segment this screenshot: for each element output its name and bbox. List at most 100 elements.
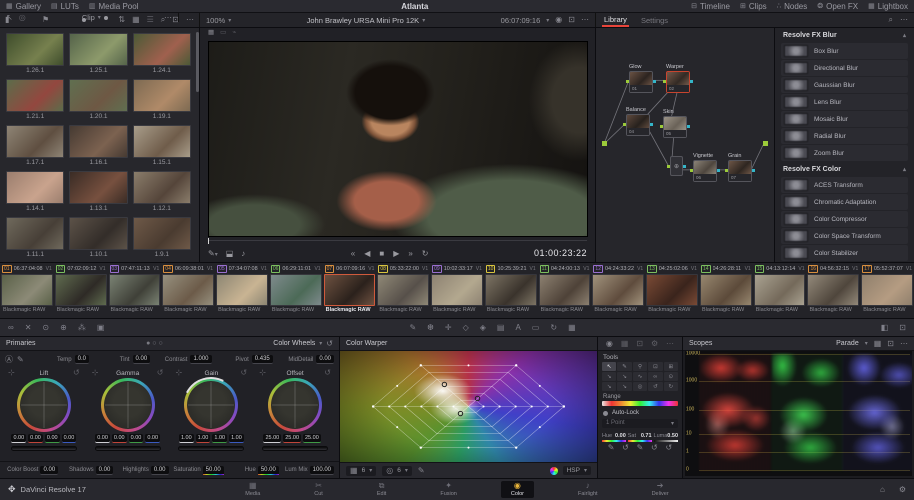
clip-thumbnail[interactable] xyxy=(431,274,483,306)
refresh-tool[interactable]: ↻ xyxy=(663,382,678,391)
page-button[interactable]: ✂ Cut xyxy=(304,481,333,498)
effect-item[interactable]: Zoom Blur xyxy=(781,145,908,161)
still-thumbnail[interactable] xyxy=(69,33,128,66)
still-thumbnail[interactable] xyxy=(6,125,65,158)
param-value[interactable]: 0.00 xyxy=(95,465,114,475)
gallery-still[interactable]: 1.25.1 xyxy=(69,33,128,77)
panel-toggle-button[interactable]: ⊞ Clips xyxy=(740,2,767,11)
wheel-value-green[interactable]: 0.00 xyxy=(128,434,144,443)
image-wipe-icon[interactable]: ▦ xyxy=(208,29,214,37)
effect-item[interactable]: Color Stabilizer xyxy=(781,245,908,261)
playback-button[interactable]: ↻ xyxy=(422,249,429,258)
still-thumbnail[interactable] xyxy=(6,79,65,112)
timeline-clip[interactable]: 14 04:26:28:11 V1 Blackmagic RAW xyxy=(699,263,753,318)
scope-expand-icon[interactable]: ⊡ xyxy=(887,339,894,348)
pin-tool[interactable]: ⚲ xyxy=(632,362,648,371)
clip-thumbnail[interactable] xyxy=(54,274,107,306)
still-thumbnail[interactable] xyxy=(69,125,128,158)
node-box[interactable]: 01 xyxy=(626,71,656,93)
audio-mute-icon[interactable]: ♪ xyxy=(241,249,245,258)
viewer-clip-name[interactable]: John Brawley URSA Mini Pro 12K xyxy=(307,16,420,25)
gallery-still[interactable]: 1.11.1 xyxy=(6,217,65,261)
panel-toggle-button[interactable]: ▥ Media Pool xyxy=(89,2,139,11)
clip-thumbnail[interactable] xyxy=(699,274,752,306)
timeline-clip[interactable]: 12 04:24:33:22 V1 Blackmagic RAW xyxy=(591,263,645,318)
param-value[interactable]: 0.00 xyxy=(316,355,335,364)
color-wheel[interactable] xyxy=(100,378,155,432)
gallery-scrollbar[interactable] xyxy=(196,32,199,92)
still-thumbnail[interactable] xyxy=(69,217,128,250)
hue-steps-select[interactable]: ▦ 6 ▾ xyxy=(346,465,377,476)
toolbar-icon[interactable]: ⁂ xyxy=(78,323,86,332)
color-wheel[interactable] xyxy=(268,378,323,432)
library-search-icon[interactable]: ⌕ xyxy=(889,16,893,24)
wheel-value-master[interactable]: 25.00 xyxy=(263,434,282,443)
wheel-value-green[interactable]: 25.00 xyxy=(303,434,321,443)
still-thumbnail[interactable] xyxy=(69,79,128,112)
hue-value[interactable]: 0.00 xyxy=(615,433,626,439)
wheel-value-green[interactable]: 0.00 xyxy=(44,434,60,443)
scope-options-icon[interactable]: ⋯ xyxy=(900,339,908,348)
viewer-source-timecode[interactable]: 06:07:09:16 xyxy=(501,16,541,25)
reset-icon[interactable]: ↺ xyxy=(326,339,333,348)
node-box[interactable]: 07 xyxy=(725,160,755,182)
page-button[interactable]: ⧉ Edit xyxy=(367,481,396,498)
wheel-value-master[interactable]: 0.00 xyxy=(11,434,27,443)
wheel-reset-icon[interactable]: ↺ xyxy=(324,369,331,377)
toolbar-icon[interactable]: ◈ xyxy=(480,323,486,332)
auto-lock-toggle[interactable]: Auto-Lock xyxy=(598,406,682,417)
effect-item[interactable]: Radial Blur xyxy=(781,128,908,144)
timeline-clip[interactable]: 08 05:33:22:00 V1 Blackmagic RAW xyxy=(376,263,430,318)
timeline-clip[interactable]: 13 04:25:02:06 V1 Blackmagic RAW xyxy=(645,263,699,318)
node-options-icon[interactable]: ⋯ xyxy=(164,13,172,22)
still-thumbnail[interactable] xyxy=(132,217,191,250)
scope-grid-icon[interactable]: ▦ xyxy=(874,339,882,348)
effect-item[interactable]: Chromatic Adaptation xyxy=(781,194,908,210)
timeline-clip[interactable]: 06 06:29:11:01 V1 Blackmagic RAW xyxy=(269,263,323,318)
gallery-still[interactable]: 1.13.1 xyxy=(69,171,128,215)
project-home-icon[interactable]: ⌂ xyxy=(880,485,885,494)
effect-item[interactable]: Mosaic Blur xyxy=(781,111,908,127)
parade-scope[interactable]: 10000 1000 100 10 1 0 xyxy=(685,351,912,476)
tab-settings[interactable]: Settings xyxy=(639,14,670,26)
page-button[interactable]: ✦ Fusion xyxy=(430,481,467,498)
still-thumbnail[interactable] xyxy=(132,171,191,204)
wheel-view-icon[interactable]: ◉ xyxy=(606,339,613,348)
reset-icon[interactable]: ↺ xyxy=(622,444,629,452)
clip-thumbnail[interactable] xyxy=(1,274,53,306)
toolbar-icon[interactable]: ⊡ xyxy=(899,323,906,332)
still-thumbnail[interactable] xyxy=(132,125,191,158)
param-value[interactable]: 100.00 xyxy=(309,465,335,475)
wheel-reset-icon[interactable]: ↺ xyxy=(241,369,248,377)
cursor-tool-icon[interactable]: ↖ xyxy=(6,13,13,22)
effect-item[interactable]: ACES Transform xyxy=(781,177,908,193)
settings-gear-icon[interactable]: ⚙ xyxy=(899,485,906,494)
toolbar-icon[interactable]: ❆ xyxy=(427,323,434,332)
expand-icon[interactable]: ⊡ xyxy=(636,339,643,348)
page-button[interactable]: ➔ Deliver xyxy=(642,481,679,498)
node-box[interactable]: ⊕ xyxy=(667,156,686,176)
pagination-dots[interactable]: ● ○ ○ xyxy=(146,340,163,347)
toolbar-icon[interactable]: ▭ xyxy=(532,323,540,332)
param-value[interactable]: 0.0 xyxy=(74,355,89,364)
node-box[interactable]: 02 xyxy=(663,71,693,93)
wheel-mode-select[interactable]: Color Wheels xyxy=(273,340,315,347)
timeline-clip[interactable]: 17 05:52:37:07 V1 Blackmagic RAW xyxy=(860,263,914,318)
still-thumbnail[interactable] xyxy=(69,171,128,204)
gallery-still[interactable]: 1.9.1 xyxy=(132,217,191,261)
gallery-still[interactable]: 1.12.1 xyxy=(132,171,191,215)
still-thumbnail[interactable] xyxy=(6,33,65,66)
gallery-still[interactable]: 1.15.1 xyxy=(132,125,191,169)
toolbar-icon[interactable]: ▣ xyxy=(97,323,105,332)
wheel-master-slider[interactable] xyxy=(10,446,77,451)
color-wheel[interactable] xyxy=(176,369,247,441)
wheel-value-blue[interactable]: 0.00 xyxy=(61,434,77,443)
corrector-node[interactable]: Balance 04 xyxy=(623,107,653,136)
wheel-value-red[interactable]: 0.00 xyxy=(111,434,127,443)
effect-item[interactable]: Box Blur xyxy=(781,43,908,59)
panel-toggle-button[interactable]: ∴ Nodes xyxy=(777,2,808,11)
page-button[interactable]: ▦ Media xyxy=(235,481,270,498)
toolbar-icon[interactable]: ◧ xyxy=(881,323,889,332)
param-value[interactable]: 0.00 xyxy=(132,355,151,364)
white-picker-icon[interactable]: ✎ xyxy=(17,355,24,364)
